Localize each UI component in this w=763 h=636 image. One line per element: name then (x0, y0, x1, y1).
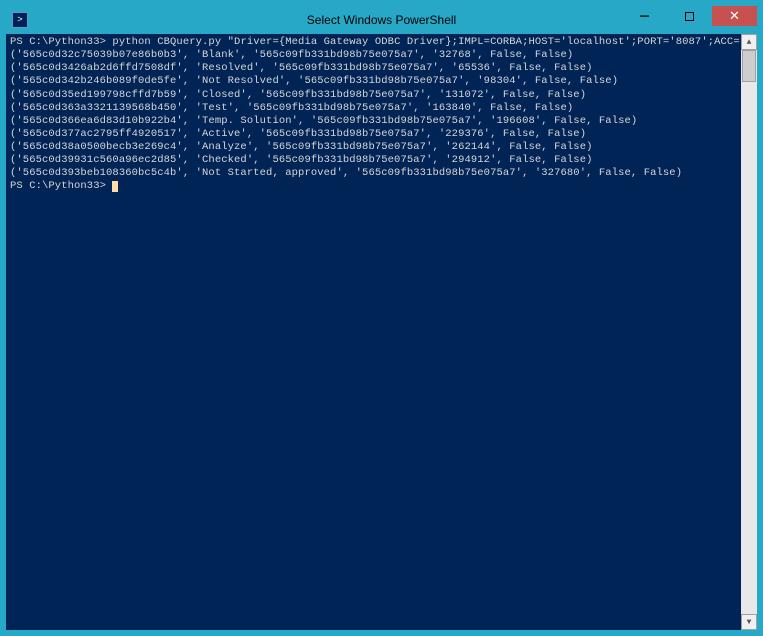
prompt: PS C:\Python33> (10, 36, 106, 48)
titlebar[interactable]: > Select Windows PowerShell − ✕ (6, 6, 757, 34)
command-text: python CBQuery.py "Driver={Media Gateway… (112, 36, 741, 48)
output-row: ('565c0d366ea6d83d10b922b4', 'Temp. Solu… (10, 115, 637, 127)
powershell-window: > Select Windows PowerShell − ✕ PS C:\Py… (6, 6, 757, 630)
scroll-up-button[interactable]: ▲ (741, 34, 757, 50)
output-row: ('565c0d377ac2795ff4920517', 'Active', '… (10, 128, 586, 140)
scroll-thumb[interactable] (742, 50, 756, 82)
scroll-down-button[interactable]: ▼ (741, 614, 757, 630)
output-row: ('565c0d342b246b089f0de5fe', 'Not Resolv… (10, 75, 618, 87)
maximize-button[interactable] (667, 6, 712, 26)
powershell-icon: > (12, 12, 28, 28)
window-controls: − ✕ (622, 6, 757, 34)
vertical-scrollbar[interactable]: ▲ ▼ (741, 34, 757, 630)
window-title: Select Windows PowerShell (307, 13, 456, 27)
cursor (112, 181, 118, 192)
output-row: ('565c0d38a0500becb3e269c4', 'Analyze', … (10, 141, 593, 153)
output-row: ('565c0d39931c560a96ec2d85', 'Checked', … (10, 154, 593, 166)
scroll-track[interactable] (741, 50, 757, 614)
minimize-button[interactable]: − (622, 6, 667, 26)
close-button[interactable]: ✕ (712, 6, 757, 26)
prompt: PS C:\Python33> (10, 180, 106, 192)
terminal-output[interactable]: PS C:\Python33> python CBQuery.py "Drive… (6, 34, 741, 630)
output-row: ('565c0d393beb108360bc5c4b', 'Not Starte… (10, 167, 682, 179)
output-row: ('565c0d363a3321139568b450', 'Test', '56… (10, 102, 573, 114)
terminal-area: PS C:\Python33> python CBQuery.py "Drive… (6, 34, 757, 630)
output-row: ('565c0d32c75039b07e86b0b3', 'Blank', '5… (10, 49, 573, 61)
output-row: ('565c0d35ed199798cffd7b59', 'Closed', '… (10, 89, 586, 101)
output-row: ('565c0d3426ab2d6ffd7508df', 'Resolved',… (10, 62, 593, 74)
